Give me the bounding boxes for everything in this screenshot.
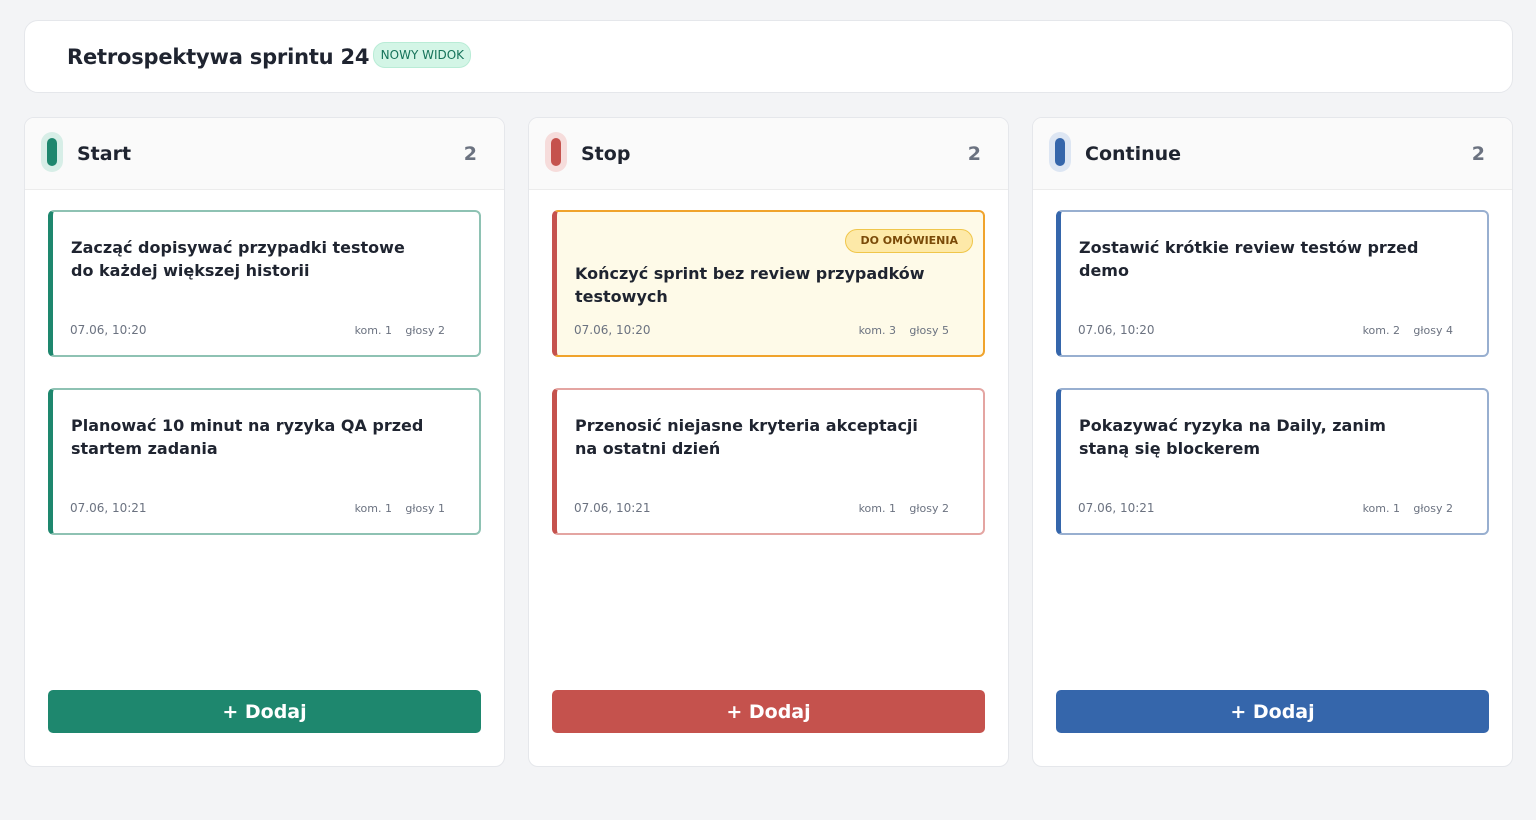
card-timestamp: 07.06, 10:20 xyxy=(574,323,651,337)
retro-card[interactable]: Przenosić niejasne kryteria akceptacji n… xyxy=(552,388,985,535)
card-votes[interactable]: głosy 2 xyxy=(405,324,445,337)
card-text: Kończyć sprint bez review przypadków tes… xyxy=(575,264,925,306)
card-text: Przenosić niejasne kryteria akceptacji n… xyxy=(575,416,918,458)
card-text: Pokazywać ryzyka na Daily, zanim staną s… xyxy=(1079,416,1386,458)
column-indicator-icon xyxy=(41,131,63,172)
card-comments[interactable]: kom. 1 xyxy=(355,324,392,337)
card-comments[interactable]: kom. 1 xyxy=(1363,502,1400,515)
column-count: 2 xyxy=(967,142,981,165)
card-text: Zacząć dopisywać przypadki testowe do ka… xyxy=(71,238,405,280)
card-comments[interactable]: kom. 1 xyxy=(355,502,392,515)
column-start: Start 2 Zacząć dopisywać przypadki testo… xyxy=(24,117,505,767)
card-votes[interactable]: głosy 4 xyxy=(1413,324,1453,337)
card-votes[interactable]: głosy 2 xyxy=(1413,502,1453,515)
column-count: 2 xyxy=(463,142,477,165)
column-header: Continue 2 xyxy=(1033,118,1512,190)
column-title: Start xyxy=(77,142,132,165)
card-votes[interactable]: głosy 1 xyxy=(405,502,445,515)
retro-card[interactable]: Zacząć dopisywać przypadki testowe do ka… xyxy=(48,210,481,357)
add-card-button[interactable]: + Dodaj xyxy=(48,690,481,733)
column-header: Start 2 xyxy=(25,118,504,190)
discuss-badge: DO OMÓWIENIA xyxy=(845,229,973,253)
retro-card[interactable]: Planować 10 minut na ryzyka QA przed sta… xyxy=(48,388,481,535)
card-timestamp: 07.06, 10:21 xyxy=(70,501,147,515)
column-title: Stop xyxy=(581,142,631,165)
card-timestamp: 07.06, 10:21 xyxy=(574,501,651,515)
card-text: Planować 10 minut na ryzyka QA przed sta… xyxy=(71,416,424,458)
retro-card[interactable]: Pokazywać ryzyka na Daily, zanim staną s… xyxy=(1056,388,1489,535)
card-comments[interactable]: kom. 1 xyxy=(859,502,896,515)
card-text: Zostawić krótkie review testów przed dem… xyxy=(1079,238,1419,280)
column-stop: Stop 2 DO OMÓWIENIA Kończyć sprint bez r… xyxy=(528,117,1009,767)
column-indicator-icon xyxy=(545,131,567,172)
column-count: 2 xyxy=(1471,142,1485,165)
column-header: Stop 2 xyxy=(529,118,1008,190)
card-timestamp: 07.06, 10:20 xyxy=(70,323,147,337)
retro-card[interactable]: Zostawić krótkie review testów przed dem… xyxy=(1056,210,1489,357)
card-comments[interactable]: kom. 3 xyxy=(859,324,896,337)
add-card-button[interactable]: + Dodaj xyxy=(552,690,985,733)
card-votes[interactable]: głosy 5 xyxy=(909,324,949,337)
card-timestamp: 07.06, 10:21 xyxy=(1078,501,1155,515)
board-header: Retrospektywa sprintu 24 NOWY WIDOK xyxy=(24,20,1513,93)
card-comments[interactable]: kom. 2 xyxy=(1363,324,1400,337)
retro-card-highlighted[interactable]: DO OMÓWIENIA Kończyć sprint bez review p… xyxy=(552,210,985,357)
card-timestamp: 07.06, 10:20 xyxy=(1078,323,1155,337)
card-votes[interactable]: głosy 2 xyxy=(909,502,949,515)
column-continue: Continue 2 Zostawić krótkie review testó… xyxy=(1032,117,1513,767)
column-indicator-icon xyxy=(1049,131,1071,172)
add-card-button[interactable]: + Dodaj xyxy=(1056,690,1489,733)
new-view-badge: NOWY WIDOK xyxy=(373,42,472,68)
page-title: Retrospektywa sprintu 24 xyxy=(67,44,370,69)
column-title: Continue xyxy=(1085,142,1182,165)
